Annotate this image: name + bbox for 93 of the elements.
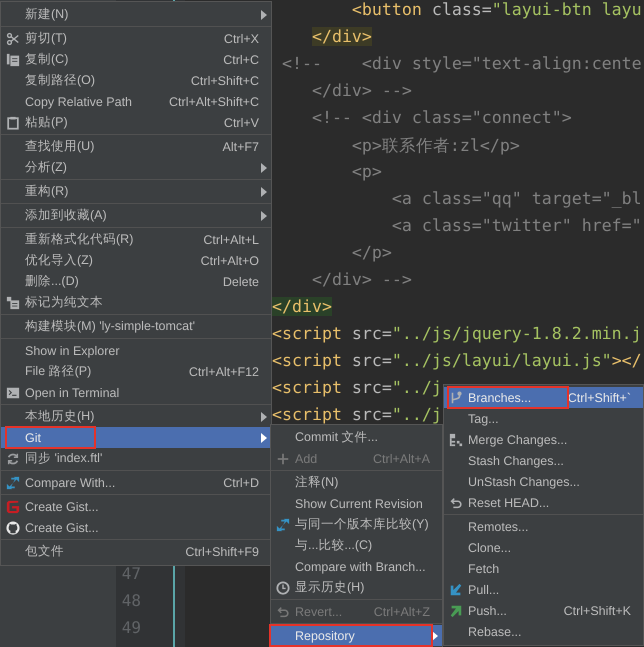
code-line: </p> (350, 243, 392, 264)
code-line: <button class="layui-btn layu (350, 0, 642, 21)
clipboard-icon (6, 116, 20, 130)
menu-item[interactable]: Branches... Ctrl+Shift+` (444, 387, 643, 408)
menu-item[interactable]: Commit 文件... (271, 427, 442, 448)
menu-item[interactable]: Show in Explorer (1, 340, 271, 361)
undo-arrow-icon (449, 496, 463, 510)
code-line: <!-- <div style="text-align:cente (280, 54, 642, 75)
compare-arrows-icon (276, 518, 290, 532)
menu-item[interactable]: 添加到收藏(A) (1, 205, 271, 226)
code-line: <script src="../js/layui/layui.js"></ (272, 351, 642, 372)
shortcut-label: Ctrl+Alt+O (200, 254, 259, 268)
shortcut-label: Ctrl+Alt+F12 (188, 364, 259, 378)
folder-icon (449, 432, 463, 446)
shortcut-label: Ctrl+Alt+L (203, 232, 259, 246)
menu-item[interactable]: 同步 'index.ftl' (1, 448, 271, 469)
arrow-icon (449, 582, 463, 596)
code-line: <p>联系作者:zl</p> (350, 135, 520, 157)
menu-item[interactable]: 与同一个版本库比较(Y) (271, 514, 442, 535)
menu-item[interactable]: Create Gist... (1, 517, 271, 538)
shortcut-label: Ctrl+V (224, 116, 259, 130)
menu-item[interactable]: 构建模块(M) 'ly-simple-tomcat' (1, 316, 271, 337)
scissors-icon (6, 32, 20, 46)
undo-arrow-icon (276, 604, 290, 618)
document-icon (6, 296, 20, 310)
menu-item[interactable]: UnStash Changes... (444, 471, 643, 492)
menu-item[interactable]: Create Gist... (1, 496, 271, 517)
menu-item[interactable]: 包文件 Ctrl+Shift+F9 (1, 541, 271, 562)
menu-item[interactable]: 剪切(T) Ctrl+X (1, 28, 271, 49)
terminal-icon (6, 386, 20, 400)
menu-item[interactable]: Repository (271, 625, 442, 646)
menu-item[interactable]: 优化导入(Z) Ctrl+Alt+O (1, 250, 271, 271)
clock-icon (276, 580, 290, 594)
menu-item[interactable]: Push... Ctrl+Shift+K (444, 600, 643, 621)
code-line: <a class="twitter" href=" (390, 216, 642, 237)
code-line: <script src="../j (272, 378, 442, 399)
menu-item[interactable]: 显示历史(H) (271, 577, 442, 598)
menu-item[interactable]: Pull... (444, 579, 643, 600)
menu-item[interactable]: Open in Terminal (1, 382, 271, 403)
code-line: <script src="../js/jquery-1.8.2.min.j (272, 324, 642, 345)
logo-icon (6, 520, 20, 534)
sync-icon (6, 452, 20, 466)
menu-item[interactable]: 注释(N) (271, 472, 442, 493)
menu-item[interactable]: 复制路径(O) Ctrl+Shift+C (1, 70, 271, 91)
code-line: </div> --> (310, 81, 412, 102)
menu-item[interactable]: 重新格式化代码(R) Ctrl+Alt+L (1, 229, 271, 250)
menu-item[interactable]: Show Current Revision (271, 493, 442, 514)
menu-item[interactable]: Stash Changes... (444, 450, 643, 471)
menu-item[interactable]: 分析(Z) (1, 157, 271, 178)
shortcut-label: Delete (222, 274, 259, 288)
menu-item[interactable]: 重构(R) (1, 181, 271, 202)
menu-item[interactable]: 删除...(D) Delete (1, 271, 271, 292)
copy-icon (6, 52, 20, 66)
menu-item[interactable]: File 路径(P) Ctrl+Alt+F12 (1, 361, 271, 382)
menu-item[interactable]: 复制(C) Ctrl+C (1, 49, 271, 70)
shortcut-label: Ctrl+Alt+A (373, 452, 430, 466)
menu-item[interactable]: Merge Changes... (444, 429, 643, 450)
code-line: <a class="qq" target="_bl (390, 189, 642, 210)
menu-item[interactable]: 新建(N) (1, 4, 271, 25)
code-line: </div> --> (310, 270, 412, 291)
menu-item[interactable]: Compare with Branch... (271, 556, 442, 577)
code-line: <p> (350, 162, 382, 183)
menu-item[interactable]: Reset HEAD... (444, 492, 643, 513)
code-line: <script src="../j (272, 405, 442, 426)
menu-item[interactable]: Fetch (444, 558, 643, 579)
menu-item[interactable]: Tag... (444, 408, 643, 429)
shortcut-label: Ctrl+C (223, 52, 259, 66)
shortcut-label: Ctrl+Shift+C (190, 74, 259, 88)
menu-item[interactable]: 查找使用(U) Alt+F7 (1, 136, 271, 157)
shortcut-label: Alt+F7 (222, 140, 259, 154)
compare-arrows-icon (6, 476, 20, 490)
logo-icon (6, 500, 20, 514)
arrow-icon (449, 604, 463, 618)
shortcut-label: Ctrl+D (223, 476, 259, 490)
menu-item[interactable]: Git (1, 427, 271, 448)
branch-icon (449, 390, 463, 404)
menu-item[interactable]: Copy Relative Path Ctrl+Alt+Shift+C (1, 91, 271, 112)
menu-item[interactable]: Clone... (444, 537, 643, 558)
menu-item[interactable]: Remotes... (444, 516, 643, 537)
shortcut-label: Ctrl+X (224, 32, 259, 46)
shortcut-label: Ctrl+Alt+Z (374, 604, 430, 618)
menu-item[interactable]: 本地历史(H) (1, 406, 271, 427)
shortcut-label: Ctrl+Shift+K (564, 604, 631, 618)
menu-item[interactable]: Compare With... Ctrl+D (1, 472, 271, 493)
menu-item[interactable]: 标记为纯文本 (1, 292, 271, 313)
menu-item[interactable]: Rebase... (444, 621, 643, 642)
plus-icon (276, 452, 290, 466)
shortcut-label: Ctrl+Shift+F9 (185, 544, 259, 558)
shortcut-label: Ctrl+Shift+` (568, 390, 631, 404)
code-line: <!-- <div class="connect"> (310, 108, 572, 129)
menu-item[interactable]: 与...比较...(C) (271, 535, 442, 556)
menu-item[interactable]: 粘贴(P) Ctrl+V (1, 112, 271, 133)
shortcut-label: Ctrl+Alt+Shift+C (169, 94, 259, 108)
